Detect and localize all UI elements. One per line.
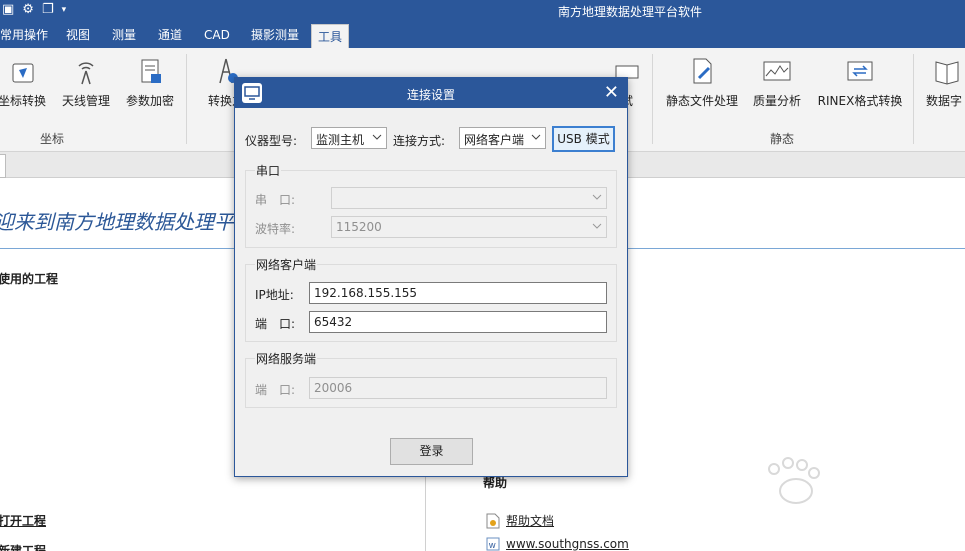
website-label: www.southgnss.com [506,537,629,551]
help-doc-label: 帮助文档 [506,514,555,528]
param-encrypt-button[interactable]: 参数加密 [114,56,186,109]
param-encrypt-icon [141,59,161,83]
serial-group-title: 串口 [255,162,282,179]
device-type-value: 监测主机 [316,133,365,147]
connection-settings-dialog: 连接设置 ✕ 仪器型号: 监测主机 连接方式: 网络客户端 USB 模式 串口 … [234,77,628,477]
chevron-down-icon [592,194,602,200]
ip-address-label: IP地址: [255,288,294,302]
gear-icon[interactable]: ⚙ [22,3,34,17]
ribbon-button-label: 参数加密 [125,94,174,108]
web-page-icon: w [486,537,500,551]
ribbon-separator [186,54,187,144]
ribbon-button-label: 天线管理 [61,94,110,108]
dialog-title: 连接设置 [406,88,455,102]
new-project-link[interactable]: 新建工程 [0,542,46,551]
usb-mode-button[interactable]: USB 模式 [552,126,615,152]
login-button[interactable]: 登录 [390,438,473,465]
ribbon-button-label: 静态文件处理 [665,94,738,108]
rinex-convert-icon [847,61,873,81]
tab-cad[interactable]: CAD [198,22,236,48]
website-link[interactable]: w www.southgnss.com [486,537,629,551]
rinex-convert-button[interactable]: RINEX格式转换 [812,56,908,109]
dropdown-arrow-icon[interactable]: ▾ [62,3,67,17]
tab-common[interactable]: 常用操作 [0,22,54,48]
tab-photogrammetry[interactable]: 摄影测量 [245,22,305,48]
device-type-label: 仪器型号: [245,134,298,148]
ribbon-button-label: 数据字 [926,94,963,108]
welcome-title: 迎来到南方地理数据处理平 [0,210,234,234]
network-client-group-title: 网络客户端 [255,256,318,273]
save-icon[interactable]: ▣ [2,3,14,17]
ribbon-tabs: 常用操作 视图 测量 通道 CAD 摄影测量 工具 [0,22,965,48]
ribbon-button-label: 坐标转换 [0,94,46,108]
connect-mode-value: 网络客户端 [464,133,525,147]
ribbon-group-label: 静态 [770,132,795,146]
ribbon-separator [913,54,914,144]
network-server-group-title: 网络服务端 [255,350,318,367]
quality-chart-icon [763,61,791,81]
open-project-link[interactable]: 打开工程 [0,512,46,529]
antenna-management-button[interactable]: 天线管理 [50,56,122,109]
ribbon-separator [652,54,653,144]
help-doc-icon [486,513,500,528]
connect-mode-select[interactable]: 网络客户端 [459,127,546,149]
baud-rate-label: 波特率: [255,222,296,236]
tab-channel[interactable]: 通道 [152,22,188,48]
tab-survey[interactable]: 测量 [106,22,142,48]
ribbon-button-label: 质量分析 [752,94,801,108]
server-port-input[interactable]: 20006 [309,377,607,399]
tab-tools[interactable]: 工具 [311,24,350,48]
serial-port-select[interactable] [331,187,607,209]
coordinate-transform-icon [12,63,34,83]
app-title: 南方地理数据处理平台软件 [557,5,702,19]
client-port-input[interactable]: 65432 [309,311,607,333]
static-file-icon [693,58,712,84]
connect-mode-label: 连接方式: [393,134,446,148]
quick-access-toolbar: ▣ ⚙ ❐ ▾ [2,3,66,17]
baud-rate-select[interactable]: 115200 [331,216,607,238]
help-doc-link[interactable]: 帮助文档 [486,512,554,529]
antenna-icon [78,62,94,85]
chevron-down-icon [372,134,382,140]
book-icon [935,61,959,85]
copy-icon[interactable]: ❐ [42,3,54,17]
title-bar: ▣ ⚙ ❐ ▾ 南方地理数据处理平台软件 [0,0,965,22]
static-file-button[interactable]: 静态文件处理 [660,56,744,109]
ribbon-group-label: 坐标 [40,132,65,146]
recent-projects-title: 使用的工程 [0,272,59,286]
document-tab[interactable] [0,154,6,178]
chevron-down-icon [531,134,541,140]
svg-text:w: w [488,540,496,550]
quality-analysis-button[interactable]: 质量分析 [746,56,808,109]
chevron-down-icon [592,223,602,229]
baidu-watermark [768,457,820,504]
server-port-label: 端 口: [255,383,296,397]
device-type-select[interactable]: 监测主机 [311,127,387,149]
tab-view[interactable]: 视图 [60,22,96,48]
baud-rate-value: 115200 [336,220,382,234]
ip-address-input[interactable]: 192.168.155.155 [309,282,607,304]
ribbon-button-label: RINEX格式转换 [817,94,903,108]
dialog-header: 连接设置 ✕ [235,78,627,108]
serial-port-label: 串 口: [255,193,296,207]
data-dictionary-button[interactable]: 数据字 [920,56,965,109]
close-icon[interactable]: ✕ [604,82,619,103]
client-port-label: 端 口: [255,317,296,331]
